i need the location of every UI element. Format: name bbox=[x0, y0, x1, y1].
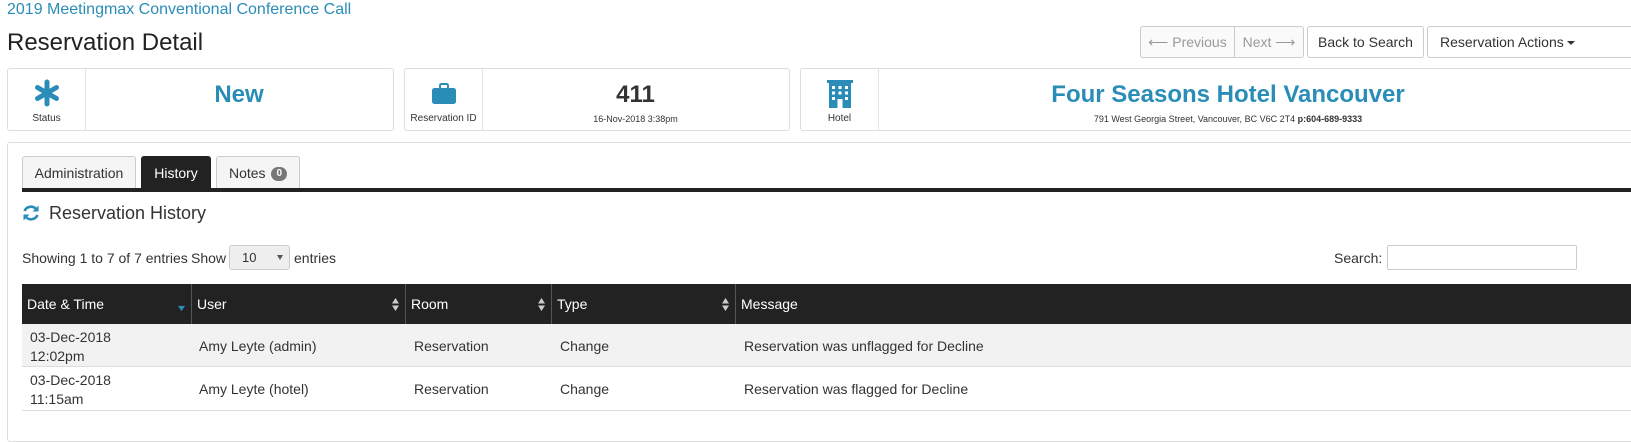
reservation-created-date: 16-Nov-2018 3:38pm bbox=[593, 114, 678, 124]
next-button[interactable]: Next ⟶ bbox=[1234, 26, 1304, 58]
page-size-select[interactable]: 10 bbox=[229, 245, 290, 270]
cell-room: Reservation bbox=[414, 381, 489, 397]
table-row[interactable]: 03-Dec-2018 11:15am Amy Leyte (hotel) Re… bbox=[22, 368, 1631, 411]
column-room[interactable]: Room bbox=[406, 284, 552, 324]
cell-room: Reservation bbox=[414, 338, 489, 354]
status-icon-cell: Status bbox=[8, 69, 86, 130]
sort-icon bbox=[722, 298, 729, 311]
status-caption: Status bbox=[32, 113, 61, 124]
cell-message: Reservation was flagged for Decline bbox=[744, 381, 969, 397]
column-user[interactable]: User bbox=[192, 284, 406, 324]
reservation-id-value: 411 bbox=[616, 81, 655, 108]
hotel-phone-label: p: bbox=[1297, 114, 1307, 124]
select-arrow-icon bbox=[277, 255, 283, 260]
sort-icon bbox=[392, 298, 399, 311]
status-card: Status New bbox=[7, 68, 394, 131]
column-room-label: Room bbox=[411, 296, 449, 312]
page-size-value: 10 bbox=[242, 250, 257, 265]
cell-user: Amy Leyte (admin) bbox=[199, 338, 317, 354]
tab-notes[interactable]: Notes 0 bbox=[216, 156, 300, 189]
column-message[interactable]: Message bbox=[736, 284, 1631, 324]
column-type-label: Type bbox=[557, 296, 588, 312]
cell-user: Amy Leyte (hotel) bbox=[199, 381, 309, 397]
entries-label: entries bbox=[294, 250, 337, 266]
hotel-phone: 604-689-9333 bbox=[1306, 114, 1363, 124]
reservation-icon-cell: Reservation ID bbox=[405, 69, 483, 130]
sort-icon bbox=[538, 298, 545, 311]
reservation-body: 411 16-Nov-2018 3:38pm bbox=[482, 69, 789, 130]
column-date-time[interactable]: Date & Time bbox=[22, 284, 192, 324]
asterisk-icon bbox=[8, 79, 85, 109]
cell-date: 03-Dec-2018 bbox=[30, 329, 111, 345]
tab-underline bbox=[22, 188, 1631, 192]
cell-time: 12:02pm bbox=[30, 348, 85, 364]
show-label: Show bbox=[191, 250, 227, 266]
sort-desc-icon bbox=[178, 305, 185, 312]
search-input[interactable] bbox=[1387, 245, 1577, 270]
hotel-address: 791 West Georgia Street, Vancouver, BC V… bbox=[1093, 114, 1296, 124]
column-date-time-label: Date & Time bbox=[27, 296, 105, 312]
cell-date: 03-Dec-2018 bbox=[30, 372, 111, 388]
section-title: Reservation History bbox=[49, 203, 207, 223]
reservation-id-card: Reservation ID 411 16-Nov-2018 3:38pm bbox=[404, 68, 790, 131]
building-icon bbox=[801, 79, 878, 109]
search-label: Search: bbox=[1334, 250, 1383, 266]
previous-button[interactable]: ⟵ Previous bbox=[1140, 26, 1235, 58]
tab-administration[interactable]: Administration bbox=[22, 156, 136, 189]
hotel-body: Four Seasons Hotel Vancouver 791 West Ge… bbox=[878, 69, 1578, 130]
hotel-name[interactable]: Four Seasons Hotel Vancouver bbox=[878, 81, 1578, 109]
cell-type: Change bbox=[560, 381, 610, 397]
cell-type: Change bbox=[560, 338, 610, 354]
hotel-address-line: 791 West Georgia Street, Vancouver, BC V… bbox=[878, 114, 1578, 124]
cell-message: Reservation was unflagged for Decline bbox=[744, 338, 984, 354]
reservation-caption: Reservation ID bbox=[410, 113, 477, 124]
column-message-label: Message bbox=[741, 296, 798, 312]
table-row[interactable]: 03-Dec-2018 12:02pm Amy Leyte (admin) Re… bbox=[22, 324, 1631, 367]
refresh-icon[interactable] bbox=[22, 203, 40, 223]
column-user-label: User bbox=[197, 296, 227, 312]
table-header: Date & Time User Room Type Message bbox=[22, 284, 1631, 324]
column-type[interactable]: Type bbox=[552, 284, 736, 324]
reservation-actions-label: Reservation Actions bbox=[1440, 34, 1564, 50]
tab-history[interactable]: History bbox=[141, 156, 211, 189]
status-body: New bbox=[85, 69, 393, 130]
back-to-search-button[interactable]: Back to Search bbox=[1307, 26, 1424, 58]
briefcase-icon bbox=[405, 79, 482, 109]
entries-info: Showing 1 to 7 of 7 entries bbox=[22, 250, 188, 266]
status-value: New bbox=[214, 81, 264, 108]
hotel-card: Hotel Four Seasons Hotel Vancouver 791 W… bbox=[800, 68, 1631, 131]
notes-count-badge: 0 bbox=[271, 167, 288, 182]
tab-notes-label: Notes bbox=[228, 165, 266, 181]
event-title-link[interactable]: 2019 Meetingmax Conventional Conference … bbox=[7, 0, 351, 20]
hotel-icon-cell: Hotel bbox=[801, 69, 879, 130]
cell-time: 11:15am bbox=[30, 391, 84, 407]
reservation-actions-button[interactable]: Reservation Actions bbox=[1427, 26, 1631, 58]
hotel-caption: Hotel bbox=[827, 113, 852, 124]
page-title: Reservation Detail bbox=[7, 29, 204, 56]
caret-down-icon bbox=[1566, 41, 1575, 46]
